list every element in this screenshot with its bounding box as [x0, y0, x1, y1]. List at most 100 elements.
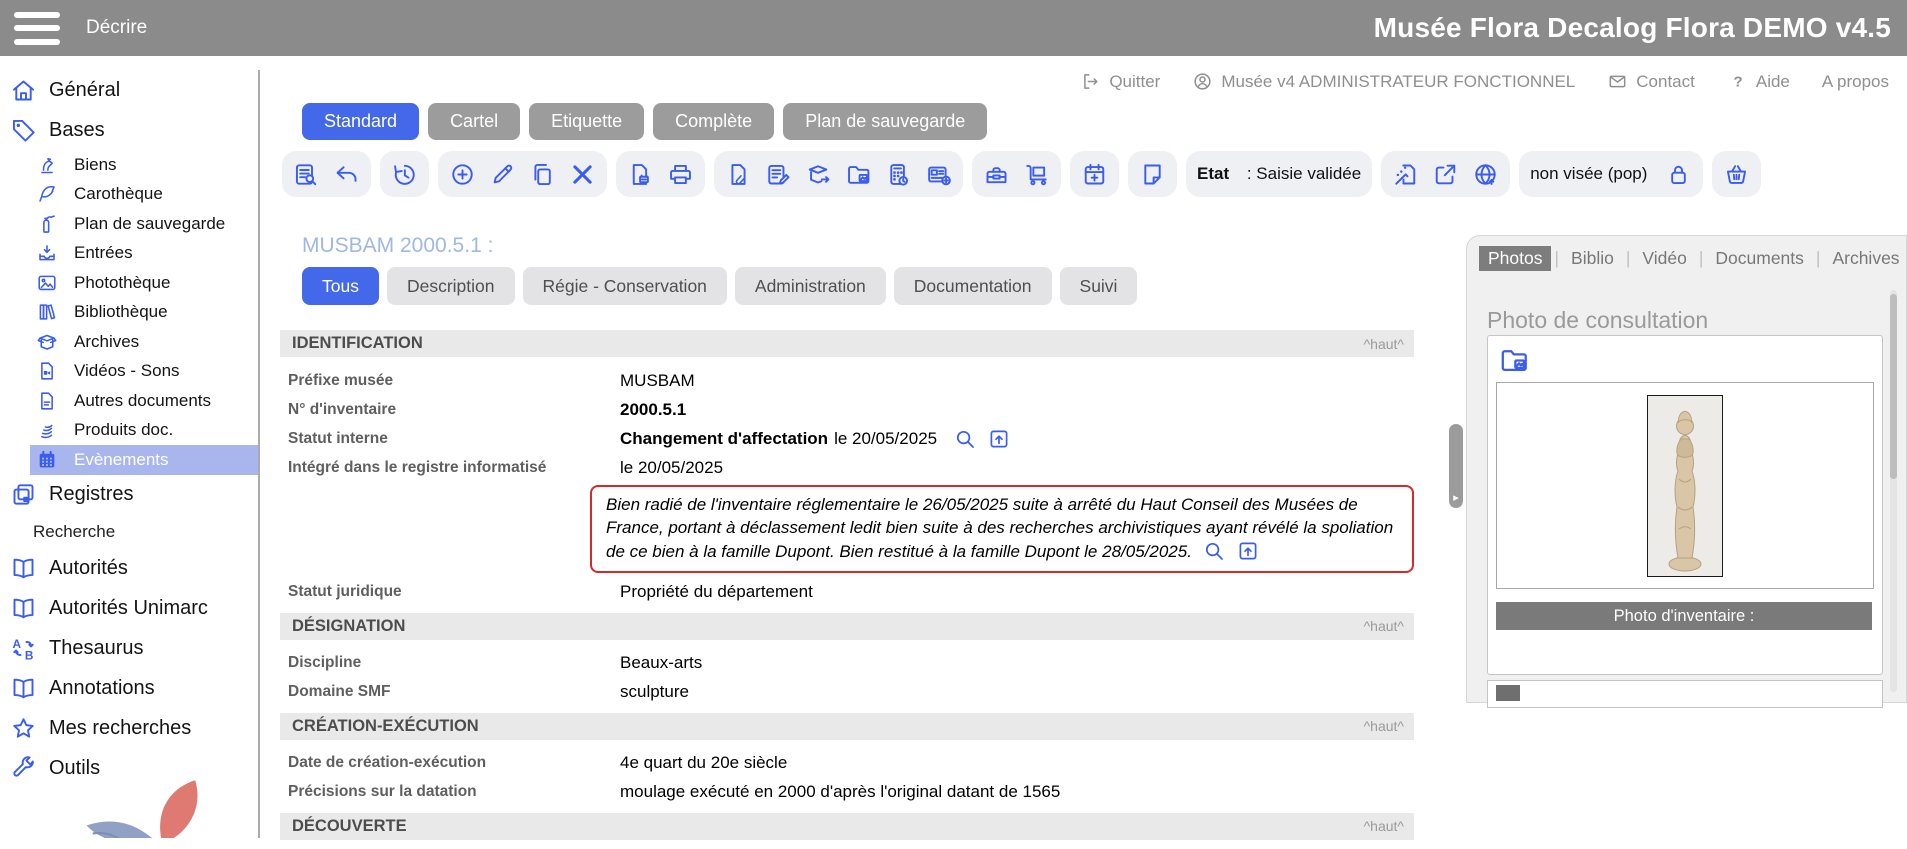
top-link[interactable]: ^haut^ [1364, 718, 1404, 734]
sidebar-item[interactable]: Autorités [0, 549, 258, 589]
toolbar-button[interactable] [489, 161, 516, 188]
toolbar-button[interactable] [449, 161, 476, 188]
media-panel: |Photos|Biblio|Vidéo|Documents|Archives … [1466, 235, 1907, 703]
top-link[interactable]: ^haut^ [1364, 818, 1404, 834]
toolbar-button[interactable] [333, 161, 360, 188]
sidebar-item[interactable]: Plan de sauvegarde [0, 209, 258, 239]
sidebar-item-label: Produits doc. [74, 420, 173, 440]
note-action-icon[interactable] [1236, 539, 1260, 563]
toolbar-button[interactable] [293, 161, 320, 188]
field-value: MUSBAM [620, 371, 695, 391]
record-tab[interactable]: Description [387, 267, 515, 305]
sidebar-item-icon [10, 555, 37, 582]
section-header: DÉCOUVERTE ^haut^ [280, 813, 1414, 840]
sidebar-item[interactable]: ABThesaurus [0, 629, 258, 669]
top-link[interactable]: ^haut^ [1364, 618, 1404, 634]
menu-icon[interactable] [14, 12, 60, 45]
sidebar-item[interactable]: Evènements [30, 445, 258, 475]
panel-scrollbar-thumb[interactable] [1890, 294, 1897, 479]
toolbar-button[interactable] [1023, 161, 1050, 188]
field-action-icon[interactable] [953, 427, 977, 451]
main-content: Standard Cartel Etiquette Complète Plan … [260, 56, 1420, 849]
media-tab[interactable]: Vidéo [1633, 246, 1695, 271]
toolbar-button[interactable] [529, 161, 556, 188]
sidebar-item[interactable]: Produits doc. [0, 416, 258, 446]
field-row: Date de création-exécution 4e quart du 2… [260, 749, 1420, 778]
view-tab[interactable]: Plan de sauvegarde [783, 103, 987, 140]
toolbar-button[interactable] [885, 161, 912, 188]
record-tab[interactable]: Administration [735, 267, 886, 305]
media-tab[interactable]: Documents [1706, 246, 1813, 271]
sidebar-item[interactable]: Recherche [0, 515, 258, 549]
view-tab[interactable]: Complète [653, 103, 774, 140]
toolbar-button[interactable] [569, 161, 596, 188]
record-tab[interactable]: Documentation [894, 267, 1052, 305]
sidebar-item-label: Thesaurus [49, 637, 144, 660]
record-tab[interactable]: Régie - Conservation [523, 267, 727, 305]
sidebar-item[interactable]: Bibliothèque [0, 298, 258, 328]
sidebar-item[interactable]: Bases [0, 110, 258, 150]
toolbar-button[interactable] [1392, 161, 1419, 188]
sidebar-item[interactable]: Registres [0, 475, 258, 515]
field-value: 4e quart du 20e siècle [620, 753, 787, 773]
toolbar-button[interactable] [1139, 161, 1166, 188]
panel-scrollbar[interactable] [1890, 290, 1897, 692]
toolbar-button[interactable] [667, 161, 694, 188]
panel-collapse-handle[interactable]: ▸ [1449, 424, 1463, 508]
sidebar-item-label: Bibliothèque [74, 302, 168, 322]
media-tab[interactable]: Photos [1479, 246, 1551, 271]
sidebar-item[interactable]: Photothèque [0, 268, 258, 298]
visa-lock-button[interactable] [1665, 161, 1692, 188]
toolbar-button[interactable] [391, 161, 418, 188]
media-tab[interactable]: Biblio [1562, 246, 1623, 271]
utility-link[interactable]: A propos [1822, 72, 1889, 92]
sidebar-item-label: Autres documents [74, 391, 211, 411]
media-tabs: |Photos|Biblio|Vidéo|Documents|Archives [1467, 236, 1906, 271]
field-label: Domaine SMF [288, 683, 620, 701]
sidebar-item[interactable]: Vidéos - Sons [0, 357, 258, 387]
toolbar-button[interactable] [1081, 161, 1108, 188]
view-tab[interactable]: Cartel [428, 103, 520, 140]
sidebar-item[interactable]: Général [0, 70, 258, 110]
view-tab[interactable]: Etiquette [529, 103, 644, 140]
sidebar-item[interactable]: Biens [0, 150, 258, 180]
sidebar-item[interactable]: Mes recherches [0, 709, 258, 749]
field-action-icon[interactable] [987, 427, 1011, 451]
sidebar-item[interactable]: Entrées [0, 239, 258, 269]
record-section: IDENTIFICATION ^haut^ Préfixe musée MUSB… [260, 330, 1420, 607]
toolbar-button[interactable] [983, 161, 1010, 188]
toolbar-button[interactable] [845, 161, 872, 188]
consultation-photo[interactable] [1647, 395, 1723, 577]
sidebar-item[interactable]: Archives [0, 327, 258, 357]
toolbar-button[interactable] [1723, 161, 1750, 188]
photo-box: Photo d'inventaire : [1487, 335, 1883, 675]
toolbar-button[interactable] [627, 161, 654, 188]
toolbar-button[interactable] [765, 161, 792, 188]
sidebar-item[interactable]: Autres documents [0, 386, 258, 416]
sidebar-item[interactable]: Annotations [0, 669, 258, 709]
state-label: Etat [1197, 164, 1229, 184]
folder-image-icon[interactable] [1498, 344, 1530, 376]
record-tab[interactable]: Tous [302, 267, 379, 305]
note-action-icons [1202, 539, 1260, 563]
top-link[interactable]: ^haut^ [1364, 336, 1404, 352]
record-section: DÉCOUVERTE ^haut^ [260, 813, 1420, 840]
sidebar-item-label: Evènements [74, 450, 169, 470]
media-tab[interactable]: Archives [1823, 246, 1907, 271]
utility-link[interactable]: Contact [1607, 71, 1695, 92]
record-tab[interactable]: Suivi [1060, 267, 1138, 305]
toolbar-button[interactable] [805, 161, 832, 188]
field-label: Intégré dans le registre informatisé [288, 459, 620, 477]
view-tab[interactable]: Standard [302, 103, 419, 140]
toolbar-group [438, 151, 607, 197]
toolbar-button[interactable] [1472, 161, 1499, 188]
sidebar-item-label: Bases [49, 119, 105, 142]
utility-link[interactable]: ?Aide [1727, 71, 1790, 92]
note-action-icon[interactable] [1202, 539, 1226, 563]
sidebar-item[interactable]: Autorités Unimarc [0, 589, 258, 629]
toolbar-group [1381, 151, 1510, 197]
toolbar-button[interactable] [925, 161, 952, 188]
toolbar-button[interactable] [725, 161, 752, 188]
sidebar-item[interactable]: Carothèque [0, 180, 258, 210]
toolbar-button[interactable] [1432, 161, 1459, 188]
